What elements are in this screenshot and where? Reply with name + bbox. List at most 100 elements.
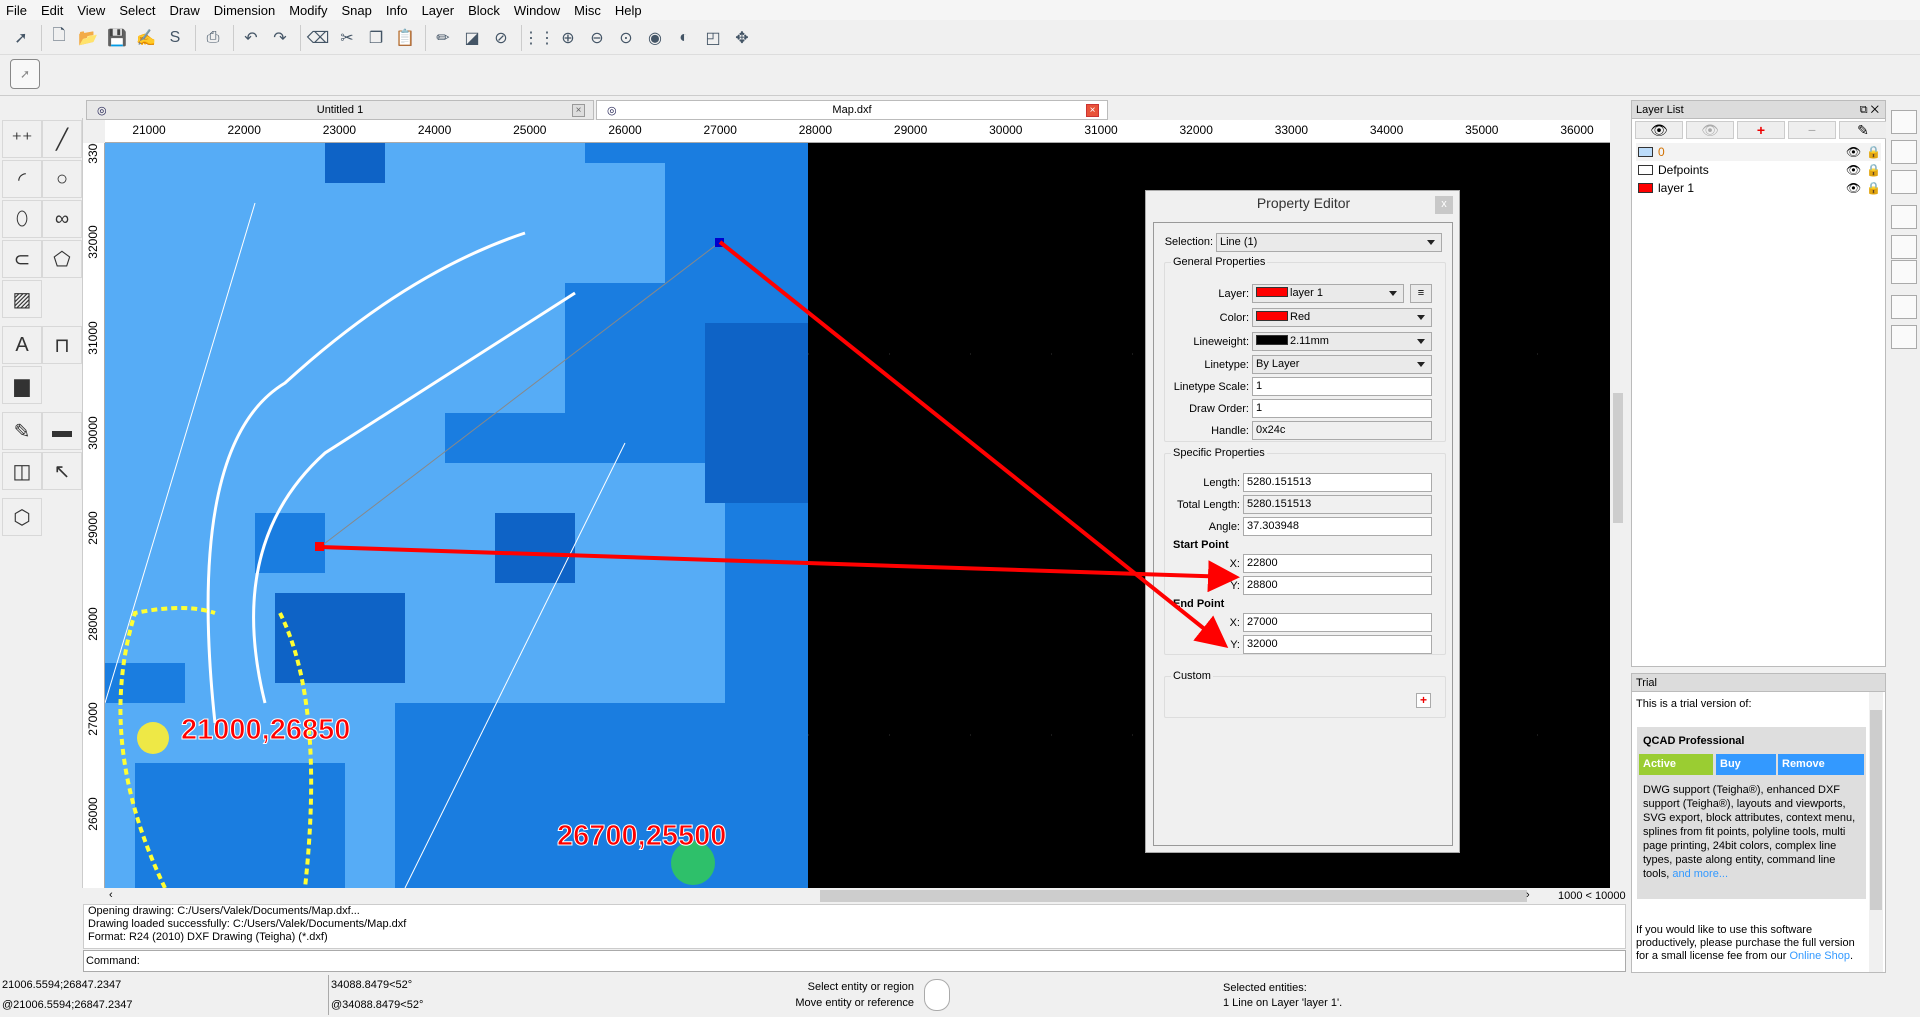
tab-untitled[interactable]: ◎ Untitled 1 × — [86, 100, 594, 120]
menu-file[interactable]: File — [6, 3, 27, 18]
zoom-auto-icon[interactable]: ⊙ — [613, 25, 639, 51]
menu-info[interactable]: Info — [386, 3, 408, 18]
scroll-thumb[interactable] — [1613, 393, 1623, 523]
paste-icon[interactable]: 📋 — [392, 25, 418, 51]
save-as-icon[interactable]: ✍ — [133, 25, 159, 51]
command-line-toggle-icon[interactable] — [1891, 295, 1917, 319]
end-y-input[interactable]: 32000 — [1243, 635, 1432, 654]
selection-filter-icon[interactable] — [1891, 235, 1917, 259]
selection-dropdown[interactable]: Line (1) — [1216, 233, 1442, 252]
eye-icon[interactable]: 👁 — [1846, 179, 1861, 197]
block-list-toggle-icon[interactable] — [1891, 140, 1917, 164]
add-layer-button[interactable]: + — [1737, 121, 1785, 139]
polyline-tool-icon[interactable]: ⊂ — [2, 240, 42, 278]
end-x-input[interactable]: 27000 — [1243, 613, 1432, 632]
shapes-tool-icon[interactable]: ⬠ — [42, 240, 82, 278]
add-custom-property-button[interactable]: + — [1416, 693, 1431, 708]
lock-icon[interactable]: 🔒 — [1866, 179, 1881, 197]
snap-tool-icon[interactable]: ↖ — [42, 452, 82, 490]
print-preview-icon[interactable]: ⎙ — [200, 25, 226, 51]
scroll-left-icon[interactable]: ‹ — [109, 889, 113, 901]
trial-scrollbar[interactable] — [1869, 692, 1883, 972]
menu-snap[interactable]: Snap — [342, 3, 372, 18]
menu-select[interactable]: Select — [119, 3, 155, 18]
vertical-scrollbar[interactable] — [1610, 143, 1626, 888]
open-folder-icon[interactable]: 📂 — [75, 25, 101, 51]
menu-block[interactable]: Block — [468, 3, 500, 18]
menu-window[interactable]: Window — [514, 3, 560, 18]
text-tool-icon[interactable]: A — [2, 326, 42, 364]
hatch-tool-icon[interactable]: ▨ — [2, 280, 42, 318]
pen-icon[interactable]: ✏ — [430, 25, 456, 51]
modify-tool-icon[interactable]: ✎ — [2, 412, 42, 450]
color-block-icon[interactable]: ◪ — [459, 25, 485, 51]
block-tool-icon[interactable]: ◫ — [2, 452, 42, 490]
circle-slash-icon[interactable]: ⊘ — [488, 25, 514, 51]
lineweight-dropdown[interactable]: 2.11mm — [1252, 332, 1432, 351]
hide-all-layers-button[interactable]: 👁 — [1686, 121, 1734, 139]
edit-layer-button[interactable]: ✎ — [1839, 121, 1887, 139]
layer-list-toggle-icon[interactable] — [1891, 110, 1917, 134]
eye-icon[interactable]: 👁 — [1846, 161, 1861, 179]
angle-input[interactable]: 37.303948 — [1243, 517, 1432, 536]
undo-icon[interactable]: ↶ — [238, 25, 264, 51]
arc-tool-icon[interactable]: ◜ — [2, 160, 42, 198]
remove-button[interactable]: Remove — [1778, 754, 1864, 775]
menu-layer[interactable]: Layer — [422, 3, 455, 18]
draw-order-input[interactable]: 1 — [1252, 399, 1432, 418]
zoom-previous-icon[interactable]: ◐ — [671, 25, 697, 51]
zoom-out-icon[interactable]: ⊖ — [584, 25, 610, 51]
online-shop-link[interactable]: Online Shop — [1789, 950, 1850, 962]
pan-icon[interactable]: ✥ — [729, 25, 755, 51]
scroll-thumb[interactable] — [820, 890, 1527, 902]
pointer-icon[interactable]: ➚ — [8, 25, 34, 51]
close-tab-icon[interactable]: × — [572, 104, 585, 117]
eye-icon[interactable]: 👁 — [1846, 143, 1861, 161]
clipboard-icon[interactable] — [1891, 325, 1917, 349]
library-browser-icon[interactable] — [1891, 260, 1917, 284]
ellipse-tool-icon[interactable]: ⬯ — [2, 200, 42, 238]
menu-view[interactable]: View — [77, 3, 105, 18]
layer-menu-button[interactable]: ≡ — [1410, 284, 1432, 303]
circle-tool-icon[interactable]: ○ — [42, 160, 82, 198]
svg-export-icon[interactable]: S — [162, 25, 188, 51]
layer-dropdown[interactable]: layer 1 — [1252, 284, 1404, 303]
lock-icon[interactable]: 🔒 — [1866, 143, 1881, 161]
close-icon[interactable]: ⧉ ✕ — [1860, 101, 1879, 119]
show-all-layers-button[interactable]: 👁 — [1635, 121, 1683, 139]
points-tool-icon[interactable]: ⁺⁺ — [2, 120, 42, 158]
3d-tool-icon[interactable]: ⬡ — [2, 498, 42, 536]
start-y-input[interactable]: 28800 — [1243, 576, 1432, 595]
command-input[interactable]: Command: — [83, 950, 1626, 972]
menu-misc[interactable]: Misc — [574, 3, 601, 18]
more-link[interactable]: and more... — [1672, 868, 1728, 880]
redo-icon[interactable]: ↷ — [267, 25, 293, 51]
scroll-right-icon[interactable]: › — [1526, 889, 1530, 901]
tab-map[interactable]: ◎ Map.dxf × — [596, 100, 1108, 120]
grid-icon[interactable]: ⋮⋮ — [523, 25, 555, 51]
new-file-icon[interactable]: 🗋 — [46, 25, 72, 51]
length-input[interactable]: 5280.151513 — [1243, 473, 1432, 492]
layer-row[interactable]: Defpoints 👁 🔒 — [1636, 161, 1881, 179]
lock-icon[interactable]: 🔒 — [1866, 161, 1881, 179]
dimension-tool-icon[interactable]: ⊓ — [42, 326, 82, 364]
menu-help[interactable]: Help — [615, 3, 642, 18]
copy-icon[interactable]: ❐ — [363, 25, 389, 51]
line-tool-icon[interactable]: ╱ — [42, 120, 82, 158]
measure-tool-icon[interactable]: ▬ — [42, 412, 82, 450]
layer-row[interactable]: 0 👁 🔒 — [1636, 143, 1881, 161]
linetype-scale-input[interactable]: 1 — [1252, 377, 1432, 396]
remove-layer-button[interactable]: − — [1788, 121, 1836, 139]
linetype-dropdown[interactable]: By Layer — [1252, 355, 1432, 374]
menu-dimension[interactable]: Dimension — [214, 3, 275, 18]
eraser-icon[interactable]: ⌫ — [305, 25, 331, 51]
cut-icon[interactable]: ✂ — [334, 25, 360, 51]
close-tab-icon[interactable]: × — [1086, 104, 1099, 117]
menu-draw[interactable]: Draw — [169, 3, 199, 18]
horizontal-scrollbar[interactable]: ‹ › 1000 < 10000 — [83, 888, 1626, 904]
view-list-toggle-icon[interactable] — [1891, 170, 1917, 194]
start-x-input[interactable]: 22800 — [1243, 554, 1432, 573]
end-grip[interactable] — [715, 238, 724, 247]
menu-edit[interactable]: Edit — [41, 3, 63, 18]
close-button[interactable]: x — [1435, 196, 1453, 214]
